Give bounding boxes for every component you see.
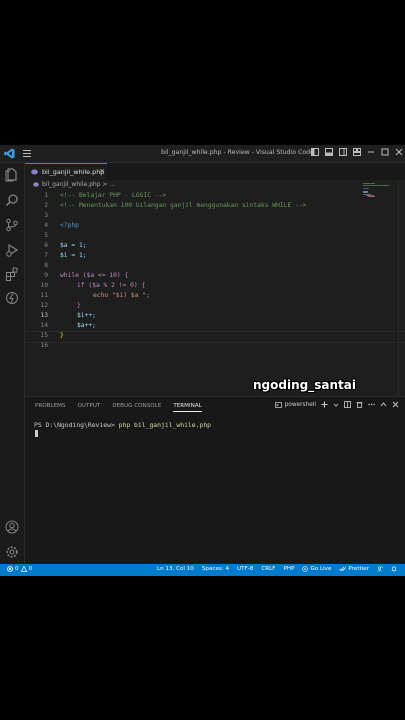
- terminal-shell-selector[interactable]: powershell: [274, 401, 316, 408]
- settings-gear-icon[interactable]: [5, 545, 19, 559]
- remote-icon[interactable]: [5, 291, 19, 305]
- cursor-position[interactable]: Ln 13, Col 10: [157, 566, 194, 572]
- problems-status[interactable]: 0 0: [7, 566, 32, 572]
- go-live-button[interactable]: Go Live: [302, 566, 331, 572]
- accounts-feedback-icon[interactable]: [377, 566, 383, 572]
- tab-close-icon[interactable]: ×: [99, 167, 105, 175]
- source-control-icon[interactable]: [5, 218, 19, 232]
- split-terminal-icon[interactable]: [344, 401, 351, 408]
- terminal-icon: [274, 401, 282, 408]
- editor-tab[interactable]: bil_ganjil_while.php ×: [25, 163, 107, 181]
- breadcrumb-rest[interactable]: > ...: [102, 181, 115, 188]
- warning-icon: [20, 566, 27, 572]
- tab-output[interactable]: OUTPUT: [78, 403, 101, 412]
- run-debug-icon[interactable]: [5, 243, 19, 257]
- new-terminal-icon[interactable]: [321, 401, 328, 408]
- shell-name: powershell: [284, 401, 316, 408]
- error-icon: [7, 566, 13, 572]
- terminal-cursor: [35, 430, 38, 437]
- explorer-icon[interactable]: [5, 168, 19, 182]
- indentation[interactable]: Spaces: 4: [202, 566, 229, 572]
- more-actions-icon[interactable]: [368, 401, 375, 408]
- close-panel-icon[interactable]: [392, 401, 399, 408]
- customize-layout-icon[interactable]: [353, 148, 361, 156]
- terminal-panel: PROBLEMS OUTPUT DEBUG CONSOLE TERMINAL p…: [25, 396, 405, 565]
- error-count: 0: [15, 566, 19, 572]
- status-bar: 0 0 Ln 13, Col 10 Spaces: 4 UTF-8 CRLF P…: [0, 564, 405, 576]
- terminal-command: php bil_ganjil_while.php: [118, 421, 212, 429]
- trash-icon[interactable]: [356, 401, 363, 408]
- tab-filename: bil_ganjil_while.php: [42, 168, 105, 176]
- encoding[interactable]: UTF-8: [237, 566, 253, 572]
- language-mode[interactable]: PHP: [284, 566, 295, 572]
- chevron-down-icon[interactable]: [333, 402, 339, 408]
- tab-strip: [107, 163, 405, 180]
- breadcrumb: bil_ganjil_while.php > ...: [33, 181, 115, 188]
- editor-scrollbar[interactable]: [398, 180, 405, 396]
- notifications-bell-icon[interactable]: [391, 566, 397, 572]
- warning-count: 0: [28, 566, 33, 572]
- maximize-icon[interactable]: [381, 148, 389, 156]
- breadcrumb-file[interactable]: bil_ganjil_while.php: [42, 181, 101, 188]
- terminal-prompt: PS D:\Ngoding\Review>: [34, 421, 115, 429]
- extensions-icon[interactable]: [5, 267, 19, 281]
- maximize-panel-icon[interactable]: [380, 401, 387, 408]
- tab-problems[interactable]: PROBLEMS: [35, 403, 66, 412]
- end-of-line[interactable]: CRLF: [261, 566, 275, 572]
- account-icon[interactable]: [5, 520, 19, 534]
- editor-area: bil_ganjil_while.php × bil_ganjil_while.…: [25, 163, 405, 396]
- broadcast-icon: [302, 566, 309, 572]
- prettier-status[interactable]: Prettier: [339, 566, 369, 572]
- double-check-icon: [339, 566, 347, 572]
- minimize-icon[interactable]: [367, 148, 375, 156]
- toggle-secondary-sidebar-icon[interactable]: [339, 148, 347, 156]
- watermark-text: ngoding_santai: [253, 378, 356, 392]
- close-icon[interactable]: [395, 148, 403, 156]
- search-icon[interactable]: [5, 193, 19, 207]
- php-file-icon: [33, 182, 39, 187]
- activity-bar: [0, 163, 25, 564]
- vscode-window: bil_ganjil_while.php - Review - Visual S…: [0, 145, 405, 576]
- terminal-output[interactable]: PS D:\Ngoding\Review> php bil_ganjil_whi…: [34, 421, 211, 429]
- toggle-panel-icon[interactable]: [325, 148, 333, 156]
- tab-terminal[interactable]: TERMINAL: [173, 403, 202, 412]
- current-line-highlight: [25, 331, 405, 343]
- toggle-primary-sidebar-icon[interactable]: [311, 148, 319, 156]
- title-bar: bil_ganjil_while.php - Review - Visual S…: [0, 145, 405, 163]
- php-file-icon: [31, 169, 38, 175]
- tab-debug-console[interactable]: DEBUG CONSOLE: [112, 403, 161, 412]
- minimap[interactable]: [363, 183, 391, 199]
